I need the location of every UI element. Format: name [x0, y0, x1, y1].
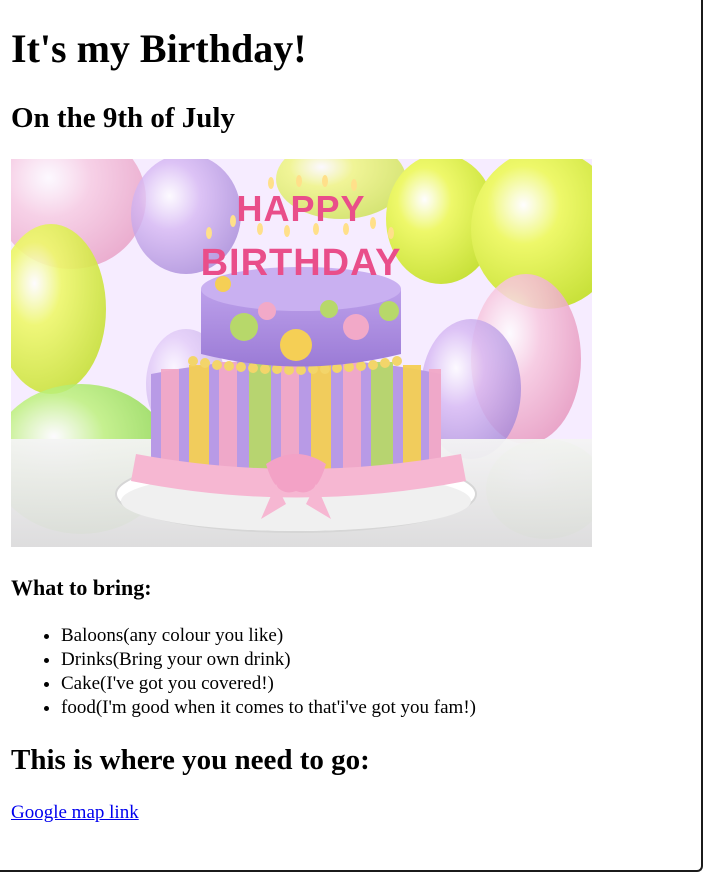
bring-list: Baloons(any colour you like) Drinks(Brin… — [11, 624, 476, 720]
birthday-cake-image: HAPPY BIRTHDAY — [11, 159, 592, 547]
candle-text-birthday: BIRTHDAY — [201, 242, 402, 284]
list-item: Drinks(Bring your own drink) — [61, 648, 476, 672]
list-item: Baloons(any colour you like) — [61, 624, 476, 648]
list-item: food(I'm good when it comes to that'i've… — [61, 696, 476, 720]
list-item: Cake(I've got you covered!) — [61, 672, 476, 696]
page-title: It's my Birthday! — [11, 26, 307, 71]
page-frame: It's my Birthday! On the 9th of July HAP… — [0, 0, 703, 872]
candle-text-happy: HAPPY — [236, 188, 365, 229]
where-heading: This is where you need to go: — [11, 744, 370, 776]
cake-illustration: HAPPY BIRTHDAY — [11, 159, 592, 547]
google-map-link[interactable]: Google map link — [11, 801, 139, 825]
bring-heading: What to bring: — [11, 575, 152, 600]
event-date: On the 9th of July — [11, 102, 235, 134]
